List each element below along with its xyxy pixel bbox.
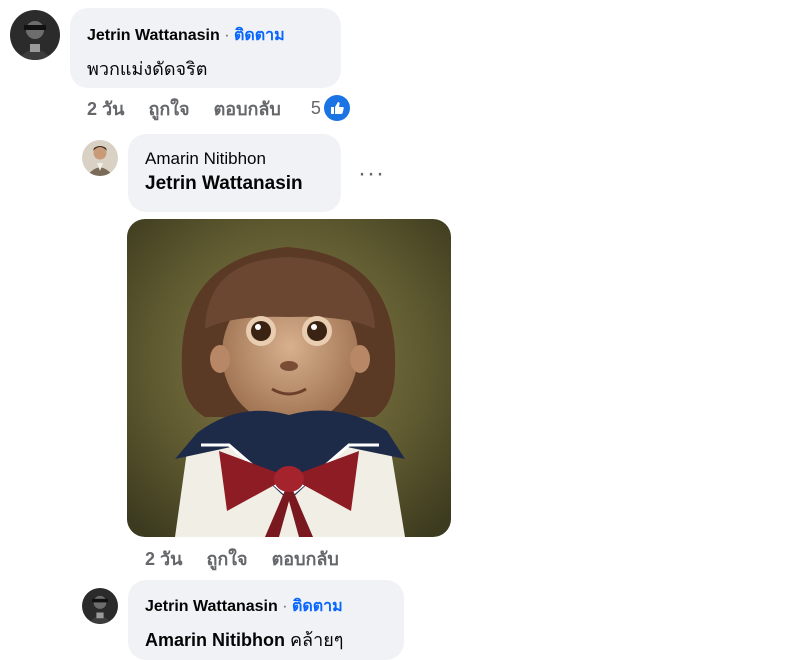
comment-time[interactable]: 2 วัน xyxy=(145,544,182,573)
reply-button[interactable]: ตอบกลับ xyxy=(272,544,339,573)
comment-text: พวกแม่งดัดจริต xyxy=(87,59,208,79)
comment-author: Jetrin Wattanasin · ติดตาม xyxy=(87,23,324,48)
comment-bubble: Amarin Nitibhon Jetrin Wattanasin xyxy=(128,134,341,212)
comment-time[interactable]: 2 วัน xyxy=(87,94,124,123)
author-name[interactable]: Jetrin Wattanasin xyxy=(87,27,220,44)
reaction-summary[interactable]: 5 xyxy=(311,95,350,121)
like-button[interactable]: ถูกใจ xyxy=(148,94,189,123)
author-name[interactable]: Amarin Nitibhon xyxy=(145,149,266,168)
separator-dot: · xyxy=(282,598,288,615)
reply-button[interactable]: ตอบกลับ xyxy=(214,94,281,123)
like-icon xyxy=(323,95,350,121)
comment-author: Jetrin Wattanasin · ติดตาม xyxy=(145,594,387,619)
separator-dot: · xyxy=(224,27,230,44)
comment-bubble: Jetrin Wattanasin · ติดตาม Amarin Nitibh… xyxy=(128,580,404,660)
tagged-user[interactable]: Jetrin Wattanasin xyxy=(145,173,324,195)
comment-actions: 2 วัน ถูกใจ ตอบกลับ 5 xyxy=(87,94,350,122)
comment-text: Amarin Nitibhon คล้ายๆ xyxy=(145,625,387,654)
reaction-count: 5 xyxy=(310,97,321,118)
tagged-user[interactable]: Amarin Nitibhon xyxy=(145,630,285,650)
avatar-jetrin[interactable] xyxy=(10,10,60,60)
avatar-jetrin[interactable] xyxy=(82,588,118,624)
like-button[interactable]: ถูกใจ xyxy=(206,544,247,573)
monkey-photo-icon xyxy=(127,219,451,537)
comment-bubble: Jetrin Wattanasin · ติดตาม พวกแม่งดัดจริ… xyxy=(70,8,341,88)
comment-body: คล้ายๆ xyxy=(290,630,344,650)
comment-image[interactable] xyxy=(127,219,451,537)
comment-author: Amarin Nitibhon xyxy=(145,149,324,169)
comment-actions: 2 วัน ถูกใจ ตอบกลับ xyxy=(145,544,339,572)
author-name[interactable]: Jetrin Wattanasin xyxy=(145,598,278,615)
follow-button[interactable]: ติดตาม xyxy=(292,598,343,615)
follow-button[interactable]: ติดตาม xyxy=(234,27,285,44)
avatar-amarin[interactable] xyxy=(82,140,118,176)
more-options-button[interactable]: ··· xyxy=(358,160,385,188)
